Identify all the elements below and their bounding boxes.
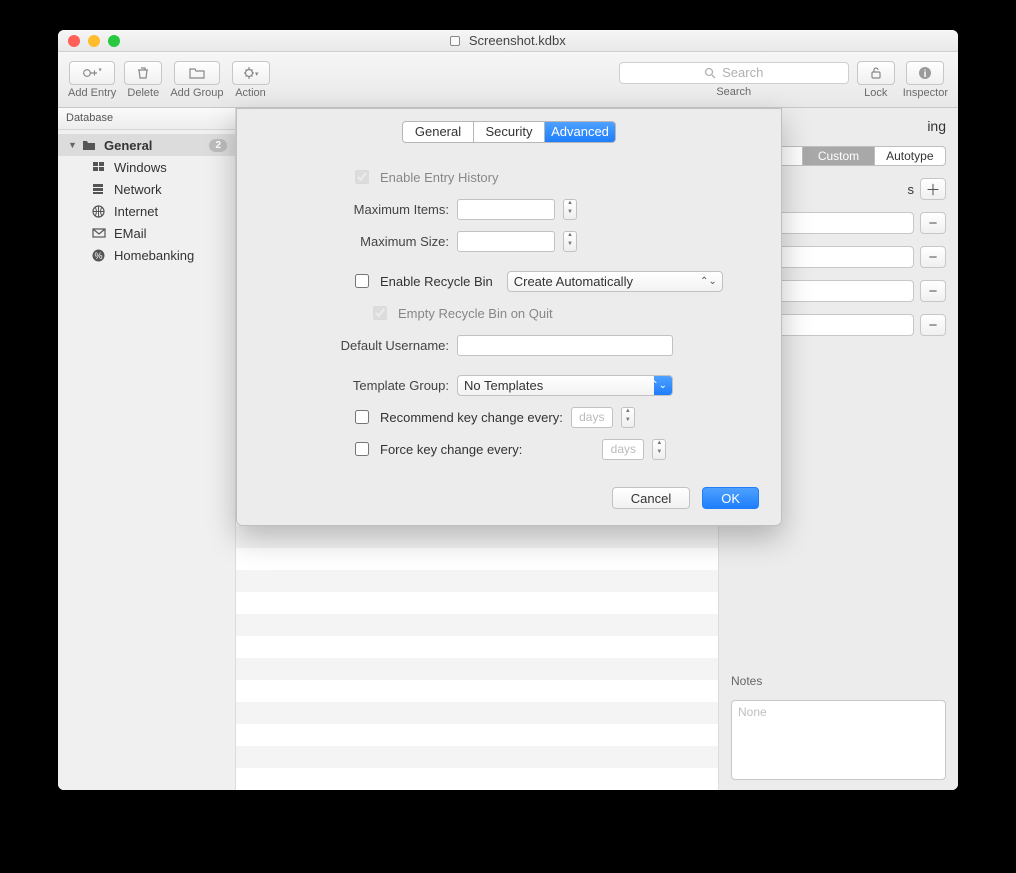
remove-field-button-3[interactable]: − <box>920 280 946 302</box>
force-key-days-input[interactable]: days <box>602 439 644 460</box>
recommend-key-stepper[interactable]: ▲▼ <box>621 407 635 428</box>
info-icon: i <box>918 66 932 80</box>
lock-button[interactable]: Lock <box>857 61 895 99</box>
group-general[interactable]: ▼ General 2 <box>58 134 235 156</box>
group-windows[interactable]: Windows <box>58 156 235 178</box>
recommend-key-checkbox[interactable] <box>355 410 369 424</box>
max-size-input[interactable] <box>457 231 555 252</box>
folder-plus-icon <box>189 67 205 79</box>
window-title: Screenshot.kdbx <box>58 33 958 48</box>
enable-recycle-checkbox[interactable] <box>355 274 369 288</box>
group-internet[interactable]: Internet <box>58 200 235 222</box>
notes-label: Notes <box>731 674 946 688</box>
cancel-button[interactable]: Cancel <box>612 487 690 509</box>
sidebar: Database ▼ General 2 Windows <box>58 108 236 790</box>
action-button[interactable]: ▾ Action <box>232 61 270 99</box>
max-size-stepper[interactable]: ▲▼ <box>563 231 577 252</box>
count-badge: 2 <box>209 139 227 152</box>
svg-text:▾: ▾ <box>99 67 102 73</box>
gear-icon: ▾ <box>243 66 259 80</box>
document-icon <box>450 36 460 46</box>
advanced-form: Enable Entry History Maximum Items: ▲▼ M… <box>259 157 759 469</box>
recommend-key-label: Recommend key change every: <box>380 410 563 425</box>
remove-field-button-4[interactable]: − <box>920 314 946 336</box>
sheet-tab-advanced[interactable]: Advanced <box>545 122 615 142</box>
mail-icon <box>92 228 108 238</box>
force-key-checkbox[interactable] <box>355 442 369 456</box>
force-key-stepper[interactable]: ▲▼ <box>652 439 666 460</box>
max-items-input[interactable] <box>457 199 555 220</box>
folder-icon <box>82 140 98 151</box>
enable-history-checkbox <box>355 170 369 184</box>
chevron-updown-icon: ⌃⌄ <box>700 276 717 287</box>
add-group-button[interactable]: Add Group <box>170 61 223 99</box>
search-icon <box>704 67 716 79</box>
svg-text:▾: ▾ <box>255 71 259 78</box>
add-field-button[interactable]: ＋ <box>920 178 946 200</box>
sheet-tab-general[interactable]: General <box>403 122 474 142</box>
recommend-key-days-input[interactable]: days <box>571 407 613 428</box>
group-network[interactable]: Network <box>58 178 235 200</box>
delete-button[interactable]: Delete <box>124 61 162 99</box>
close-window-button[interactable] <box>68 35 80 47</box>
disclosure-triangle-icon[interactable]: ▼ <box>68 140 76 150</box>
enable-recycle-label: Enable Recycle Bin <box>380 274 493 289</box>
empty-recycle-label: Empty Recycle Bin on Quit <box>398 306 553 321</box>
title-bar: Screenshot.kdbx <box>58 30 958 52</box>
default-username-input[interactable] <box>457 335 673 356</box>
group-tree: ▼ General 2 Windows <box>58 130 235 270</box>
trash-icon <box>136 66 150 80</box>
database-settings-sheet: General Security Advanced Enable Entry H… <box>236 108 782 526</box>
svg-text:%: % <box>94 251 102 261</box>
minimize-window-button[interactable] <box>88 35 100 47</box>
traffic-lights <box>68 35 120 47</box>
template-group-label: Template Group: <box>279 378 449 393</box>
template-group-popup[interactable]: No Templates ⌃⌄ <box>457 375 673 396</box>
max-items-label: Maximum Items: <box>279 202 449 217</box>
inspector-button[interactable]: i Inspector <box>903 61 948 99</box>
group-email[interactable]: EMail <box>58 222 235 244</box>
notes-textarea[interactable]: None <box>731 700 946 780</box>
toolbar: ▾ Add Entry Delete Add Group <box>58 52 958 108</box>
server-icon <box>92 183 108 195</box>
max-items-stepper[interactable]: ▲▼ <box>563 199 577 220</box>
tab-autotype[interactable]: Autotype <box>875 147 945 165</box>
sidebar-header: Database <box>58 108 235 130</box>
svg-text:i: i <box>924 69 927 80</box>
sheet-button-bar: Cancel OK <box>259 487 759 509</box>
remove-field-button-1[interactable]: − <box>920 212 946 234</box>
toolbar-search: Search Search <box>619 62 849 98</box>
sheet-tab-security[interactable]: Security <box>474 122 545 142</box>
ok-button[interactable]: OK <box>702 487 759 509</box>
force-key-label: Force key change every: <box>380 442 522 457</box>
app-window: Screenshot.kdbx ▾ Add Entry Delete <box>58 30 958 790</box>
recycle-mode-popup[interactable]: Create Automatically ⌃⌄ <box>507 271 723 292</box>
empty-recycle-checkbox <box>373 306 387 320</box>
globe-icon <box>92 205 108 218</box>
default-username-label: Default Username: <box>279 338 449 353</box>
tab-custom[interactable]: Custom <box>803 147 874 165</box>
chevron-updown-icon: ⌃⌄ <box>650 380 667 391</box>
group-homebanking[interactable]: % Homebanking <box>58 244 235 266</box>
zoom-window-button[interactable] <box>108 35 120 47</box>
add-entry-button[interactable]: ▾ Add Entry <box>68 61 116 99</box>
remove-field-button-2[interactable]: − <box>920 246 946 268</box>
percent-icon: % <box>92 249 108 262</box>
sheet-tabs: General Security Advanced <box>402 121 616 143</box>
search-input[interactable]: Search <box>619 62 849 84</box>
max-size-label: Maximum Size: <box>279 234 449 249</box>
lock-open-icon <box>870 66 882 80</box>
key-plus-icon: ▾ <box>82 66 102 80</box>
enable-history-label: Enable Entry History <box>380 170 499 185</box>
windows-icon <box>92 161 108 173</box>
